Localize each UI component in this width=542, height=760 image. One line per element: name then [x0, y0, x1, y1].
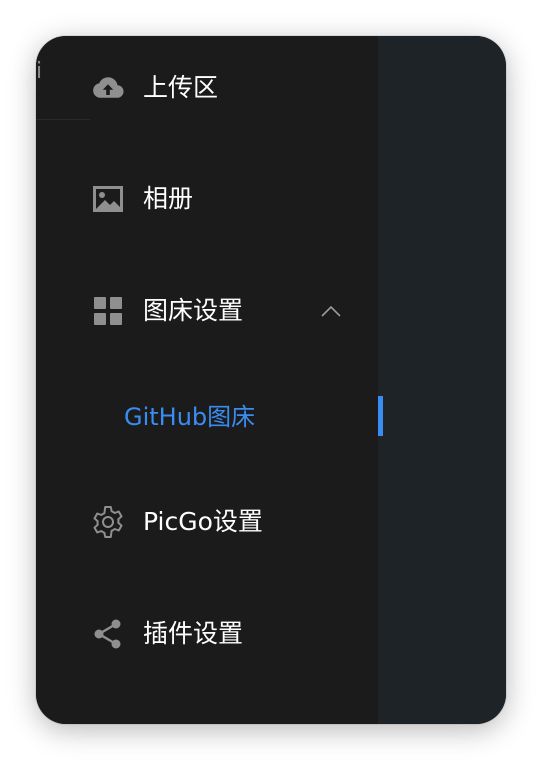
grid-icon	[90, 293, 126, 329]
gear-icon	[90, 504, 126, 540]
sidebar-item-gallery[interactable]: 相册	[36, 171, 378, 227]
sidebar-item-label: PicGo设置	[143, 507, 263, 536]
sidebar-item-picgo-settings[interactable]: PicGo设置	[36, 494, 378, 550]
sidebar: i 上传区 相册 图床设置 GitHub图床 PicGo设置 插件设置	[36, 36, 378, 724]
sidebar-item-upload[interactable]: 上传区	[36, 60, 378, 116]
sidebar-item-label: 相册	[143, 184, 194, 213]
title-divider	[36, 119, 90, 120]
active-item-indicator	[378, 396, 383, 436]
app-window: i 上传区 相册 图床设置 GitHub图床 PicGo设置 插件设置	[36, 36, 506, 724]
submenu-item-github-picbed[interactable]: GitHub图床	[36, 389, 378, 445]
submenu-item-label: GitHub图床	[124, 403, 256, 431]
upload-cloud-icon	[90, 70, 126, 106]
sidebar-item-plugin-settings[interactable]: 插件设置	[36, 606, 378, 662]
share-icon	[90, 616, 126, 652]
sidebar-item-label: 图床设置	[143, 296, 244, 325]
main-content-area	[378, 36, 506, 724]
gallery-image-icon	[90, 181, 126, 217]
sidebar-item-label: 上传区	[143, 73, 219, 102]
sidebar-item-label: 插件设置	[143, 619, 244, 648]
chevron-up-icon[interactable]	[320, 300, 342, 322]
sidebar-item-picbed-settings[interactable]: 图床设置	[36, 283, 378, 339]
